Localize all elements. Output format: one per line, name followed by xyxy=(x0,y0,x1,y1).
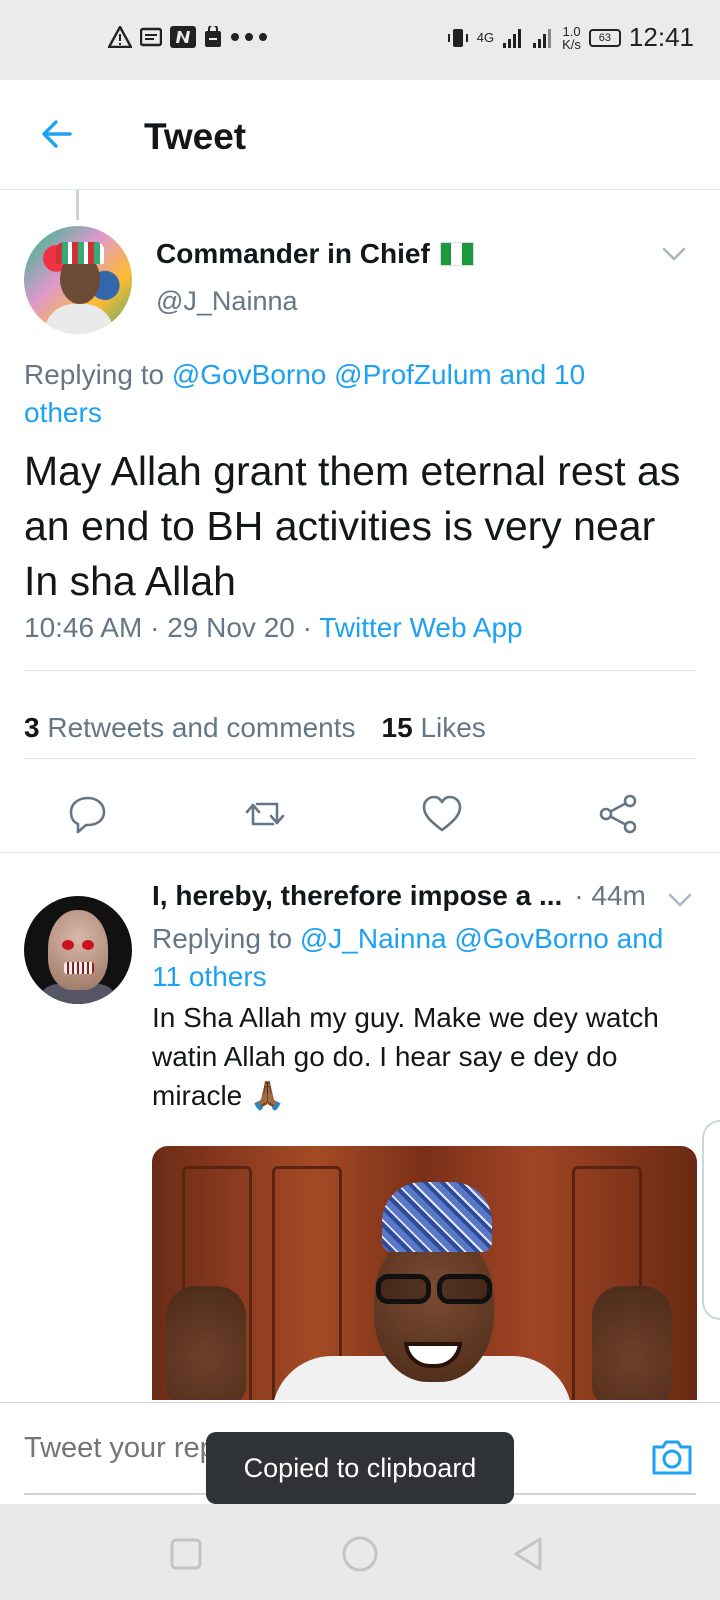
back-triangle-icon[interactable] xyxy=(508,1534,548,1574)
image-glasses xyxy=(376,1274,492,1304)
reply-replying-to-line: Replying to @J_Nainna @GovBorno and 11 o… xyxy=(152,920,692,996)
avatar-cap xyxy=(56,242,104,264)
likes-stat[interactable]: 15 Likes xyxy=(382,712,486,744)
avatar-eye xyxy=(82,940,94,950)
message-icon xyxy=(140,27,162,47)
replying-to-line: Replying to @GovBorno @ProfZulum and 10 … xyxy=(24,356,664,432)
likes-count: 15 xyxy=(381,712,413,743)
retweets-count: 3 xyxy=(24,712,40,743)
system-nav-bar xyxy=(0,1504,720,1600)
tweet-text: May Allah grant them eternal rest as an … xyxy=(24,448,681,604)
replying-prefix: Replying to xyxy=(152,923,293,954)
reply-author-name[interactable]: I, hereby, therefore impose a ... xyxy=(152,880,562,912)
retweet-icon[interactable] xyxy=(243,792,287,836)
thread-connector xyxy=(76,190,79,220)
image-hand xyxy=(592,1286,672,1400)
tweet-timestamp: 10:46 AM · 29 Nov 20 · Twitter Web App xyxy=(24,612,523,643)
camera-icon[interactable] xyxy=(650,1437,694,1477)
author-name[interactable]: Commander in Chief xyxy=(156,238,430,270)
author-handle[interactable]: @J_Nainna xyxy=(156,286,298,317)
section-divider xyxy=(0,852,720,853)
bag-icon xyxy=(205,26,221,47)
recents-square-icon[interactable] xyxy=(166,1534,206,1574)
clock: 12:41 xyxy=(628,22,694,52)
image-cap xyxy=(382,1182,492,1252)
back-arrow-icon[interactable] xyxy=(36,114,76,154)
tweet-time: 10:46 AM xyxy=(24,612,143,643)
notification-icons xyxy=(108,26,270,48)
retweets-stat[interactable]: 3 Retweets and comments xyxy=(24,712,356,744)
chevron-down-icon[interactable] xyxy=(660,240,688,268)
divider xyxy=(24,758,696,759)
author-name-row[interactable]: Commander in Chief xyxy=(156,238,474,270)
avatar-robe xyxy=(44,304,114,334)
more-dots-icon xyxy=(231,33,267,41)
status-bar: 4G 1.0 K/s 63 12:41 xyxy=(0,0,720,80)
avatar-mouth xyxy=(64,962,94,974)
vibrate-icon xyxy=(447,28,468,47)
tweet-stats: 3 Retweets and comments 15 Likes xyxy=(24,712,486,744)
avatar-head xyxy=(48,910,108,990)
nigeria-flag-icon xyxy=(439,242,474,266)
tweet-date: 29 Nov 20 xyxy=(167,612,295,643)
battery-icon: 63 xyxy=(588,28,621,47)
divider xyxy=(24,670,696,671)
network-speed: 1.0 K/s xyxy=(562,25,581,51)
n-icon xyxy=(170,26,196,48)
reply-icon[interactable] xyxy=(66,792,110,836)
likes-label: Likes xyxy=(420,712,486,743)
network-type: 4G xyxy=(476,30,495,45)
like-heart-icon[interactable] xyxy=(420,792,464,836)
reply-header: I, hereby, therefore impose a ... · 44m xyxy=(152,880,652,912)
speed-value: 1.0 xyxy=(562,23,581,39)
app-header: Tweet xyxy=(0,80,720,190)
replying-prefix: Replying to xyxy=(24,359,165,390)
reply-author-avatar[interactable] xyxy=(24,896,132,1004)
avatar-eye xyxy=(62,940,74,950)
share-icon[interactable] xyxy=(596,792,640,836)
image-hand xyxy=(166,1286,246,1400)
side-scroll-handle[interactable] xyxy=(702,1120,720,1320)
tweet-source-link[interactable]: Twitter Web App xyxy=(319,612,522,643)
warning-icon xyxy=(108,26,132,48)
speed-unit: K/s xyxy=(562,36,581,52)
signal-icon xyxy=(503,28,522,48)
toast-message: Copied to clipboard xyxy=(206,1432,514,1504)
reply-text: In Sha Allah my guy. Make we dey watch w… xyxy=(152,1002,659,1111)
author-avatar[interactable] xyxy=(24,226,132,334)
system-icons: 4G 1.0 K/s 63 12:41 xyxy=(447,22,694,53)
image-person xyxy=(362,1182,502,1400)
reply-media-image[interactable] xyxy=(152,1146,697,1400)
chevron-down-icon[interactable] xyxy=(666,886,694,914)
reply-time: · 44m xyxy=(574,880,646,911)
tweet-actions xyxy=(0,792,720,852)
retweets-label: Retweets and comments xyxy=(47,712,356,743)
page-title: Tweet xyxy=(144,116,247,157)
home-circle-icon[interactable] xyxy=(340,1534,380,1574)
signal-icon-2 xyxy=(533,28,552,48)
